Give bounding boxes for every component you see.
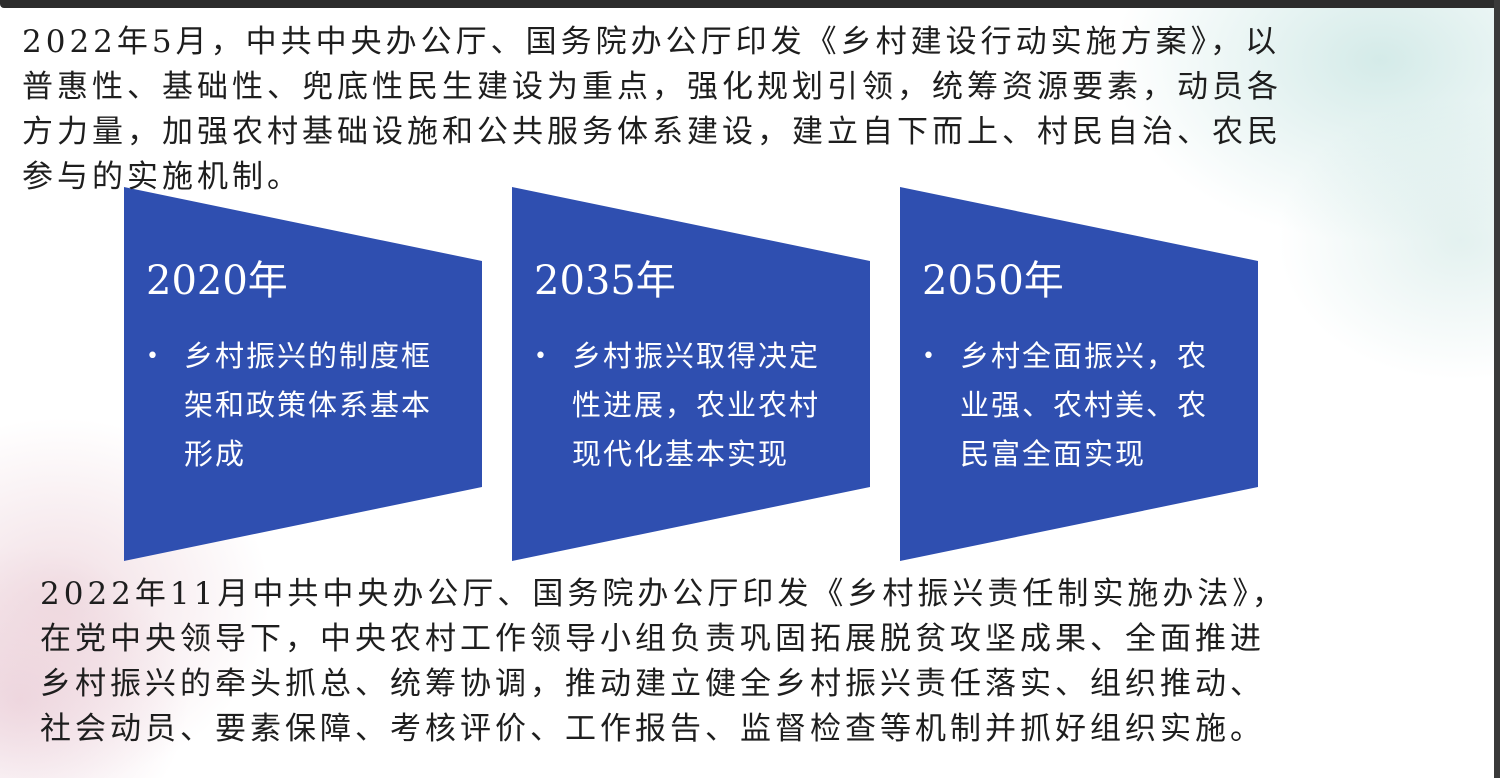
milestone-card-2035: 2035年 • 乡村振兴取得决定性进展，农业农村现代化基本实现 (512, 187, 872, 561)
milestone-description: 乡村全面振兴，农业强、农村美、农民富全面实现 (960, 339, 1209, 471)
top-paragraph-line: 2022年5月，中共中央办公厅、国务院办公厅印发《乡村建设行动实施方案》，以 (22, 24, 1281, 60)
bullet-icon: • (146, 344, 159, 369)
bottom-paragraph-line: 乡村振兴的牵头抓总、统筹协调，推动建立健全乡村振兴责任落实、组织推动、 (40, 666, 1265, 702)
milestone-card-2050: 2050年 • 乡村全面振兴，农业强、农村美、农民富全面实现 (900, 187, 1260, 561)
bullet-icon: • (534, 344, 547, 369)
bullet-icon: • (922, 344, 935, 369)
top-paragraph: 2022年5月，中共中央办公厅、国务院办公厅印发《乡村建设行动实施方案》，以 普… (22, 20, 1282, 200)
milestone-description: 乡村振兴取得决定性进展，农业农村现代化基本实现 (572, 339, 821, 471)
top-paragraph-line: 方力量，加强农村基础设施和公共服务体系建设，建立自下而上、村民自治、农民 (22, 114, 1282, 150)
top-paragraph-line: 普惠性、基础性、兜底性民生建设为重点，强化规划引领，统筹资源要素，动员各 (22, 69, 1282, 105)
milestone-card-2020: 2020年 • 乡村振兴的制度框架和政策体系基本形成 (124, 187, 484, 561)
bottom-paragraph-line: 社会动员、要素保障、考核评价、工作报告、监督检查等机制并抓好组织实施。 (40, 711, 1265, 747)
milestone-year: 2020年 (146, 258, 288, 304)
milestone-description: 乡村振兴的制度框架和政策体系基本形成 (184, 339, 433, 471)
bottom-paragraph-line: 2022年11月中共中央办公厅、国务院办公厅印发《乡村振兴责任制实施办法》， (40, 576, 1287, 612)
top-paragraph-line: 参与的实施机制。 (22, 159, 302, 195)
milestone-year: 2035年 (534, 258, 676, 304)
slide: 2020年 • 乡村振兴的制度框架和政策体系基本形成 2035年 • 乡村振兴取… (0, 0, 1500, 778)
bottom-paragraph: 2022年11月中共中央办公厅、国务院办公厅印发《乡村振兴责任制实施办法》， 在… (40, 572, 1287, 752)
bottom-paragraph-line: 在党中央领导下，中央农村工作领导小组负责巩固拓展脱贫攻坚成果、全面推进 (40, 621, 1265, 657)
milestone-year: 2050年 (922, 258, 1064, 304)
